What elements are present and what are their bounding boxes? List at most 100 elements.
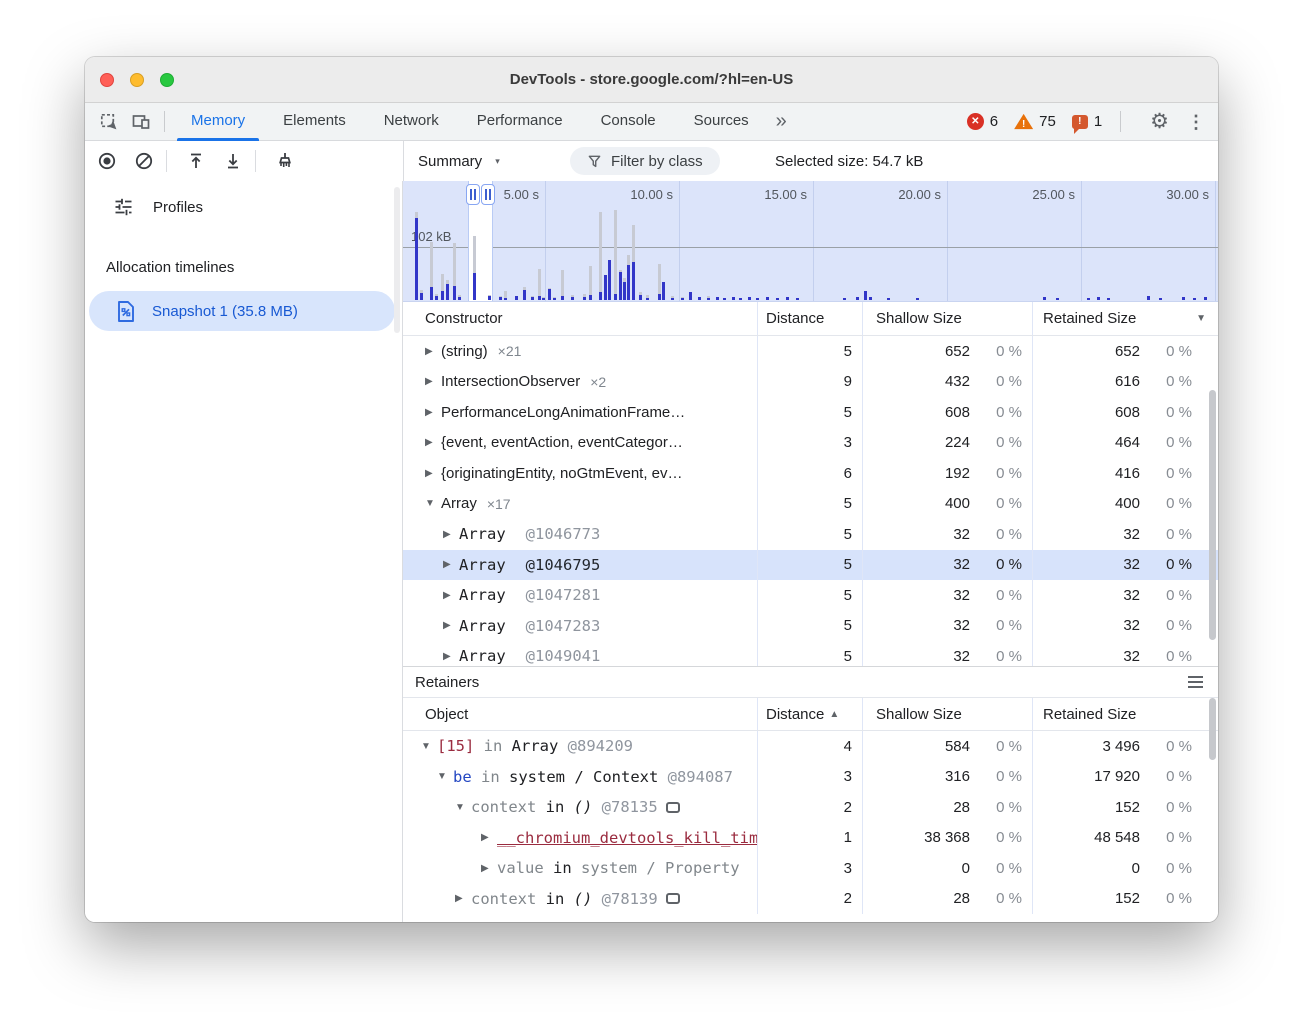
- disclosure-triangle-icon[interactable]: ▶: [481, 863, 497, 874]
- disclosure-triangle-icon[interactable]: ▶: [443, 529, 459, 540]
- main-menu-button[interactable]: ⋮: [1187, 113, 1205, 131]
- retained-size-percent: 0 %: [1140, 768, 1192, 785]
- disclosure-triangle-icon[interactable]: ▶: [443, 651, 459, 662]
- allocation-bar-live: [499, 297, 502, 300]
- allocation-bar-live: [608, 260, 611, 300]
- disclosure-triangle-icon[interactable]: ▶: [455, 893, 471, 904]
- more-tabs-button[interactable]: »: [768, 110, 795, 133]
- inspect-icon: [99, 112, 119, 132]
- disclosure-triangle-icon[interactable]: ▼: [455, 802, 471, 813]
- retainer-row[interactable]: ▶ value in system / Property 3 0 0 % 0 0…: [403, 853, 1218, 884]
- minimize-button[interactable]: [130, 73, 144, 87]
- shallow-size-cell: 32 0 %: [862, 519, 1032, 550]
- disclosure-triangle-icon[interactable]: ▼: [437, 771, 453, 782]
- selection-handle-right[interactable]: [481, 184, 495, 205]
- tab-network[interactable]: Network: [365, 103, 458, 141]
- constructor-row[interactable]: ▶ {originatingEntity, noGtmEvent, ev… 6 …: [403, 458, 1218, 489]
- constructor-row[interactable]: ▼ Array ×17 5 400 0 % 400 0 %: [403, 489, 1218, 520]
- retainer-row[interactable]: ▶ context in () @78139 2 28 0 % 152 0 %: [403, 884, 1218, 915]
- column-retained-size[interactable]: Retained Size: [1032, 698, 1218, 730]
- disclosure-triangle-icon[interactable]: ▶: [425, 437, 441, 448]
- retainer-row[interactable]: ▼ [15] in Array @894209 4 584 0 % 3 496 …: [403, 731, 1218, 762]
- load-profile-button[interactable]: [181, 146, 211, 176]
- retainer-row[interactable]: ▼ be in system / Context @894087 3 316 0…: [403, 762, 1218, 793]
- disclosure-triangle-icon[interactable]: ▼: [421, 741, 437, 752]
- snapshot-item[interactable]: Snapshot 1 (35.8 MB): [89, 291, 395, 331]
- allocation-bar-live: [420, 293, 423, 300]
- column-object[interactable]: Object: [403, 698, 757, 730]
- constructor-row[interactable]: ▶ Array @1049041 5 32 0 % 32 0 %: [403, 641, 1218, 666]
- device-toolbar-button[interactable]: [125, 107, 157, 137]
- issues-badge[interactable]: ! 1: [1072, 113, 1102, 130]
- retained-size-percent: 0 %: [1140, 556, 1192, 573]
- disclosure-triangle-icon[interactable]: ▶: [443, 590, 459, 601]
- distance-value: 4: [757, 731, 862, 762]
- console-warnings-badge[interactable]: ! 75: [1014, 113, 1056, 130]
- tab-elements[interactable]: Elements: [264, 103, 365, 141]
- column-constructor[interactable]: Constructor: [403, 302, 757, 335]
- constructor-row[interactable]: ▶ {event, eventAction, eventCategor… 3 2…: [403, 428, 1218, 459]
- tab-memory[interactable]: Memory: [172, 103, 264, 141]
- constructor-row[interactable]: ▶ Array @1047283 5 32 0 % 32 0 %: [403, 611, 1218, 642]
- sidebar-item-profiles[interactable]: Profiles: [112, 196, 203, 218]
- record-button[interactable]: [92, 146, 122, 176]
- constructor-row[interactable]: ▶ Array @1046795 5 32 0 % 32 0 %: [403, 550, 1218, 581]
- constructor-row[interactable]: ▶ Array @1047281 5 32 0 % 32 0 %: [403, 580, 1218, 611]
- close-button[interactable]: [100, 73, 114, 87]
- tab-sources[interactable]: Sources: [675, 103, 768, 141]
- disclosure-triangle-icon[interactable]: ▶: [425, 346, 441, 357]
- retainer-row[interactable]: ▶ __chromium_devtools_kill_tim 1 38 368 …: [403, 823, 1218, 854]
- disclosure-triangle-icon[interactable]: ▶: [425, 407, 441, 418]
- constructor-row[interactable]: ▶ PerformanceLongAnimationFrame… 5 608 0…: [403, 397, 1218, 428]
- column-shallow-size[interactable]: Shallow Size: [862, 302, 1032, 335]
- constructor-row[interactable]: ▶ Array @1046773 5 32 0 % 32 0 %: [403, 519, 1218, 550]
- perspective-select[interactable]: Summary ▾: [418, 153, 500, 170]
- settings-button[interactable]: ⚙: [1150, 111, 1169, 132]
- instance-count: ×17: [487, 496, 511, 512]
- retained-size-value: 32: [1033, 648, 1140, 665]
- sidebar-scrollbar[interactable]: [394, 187, 400, 333]
- retainer-token: Array: [512, 737, 559, 755]
- save-profile-button[interactable]: [218, 146, 248, 176]
- distance-value: 3: [757, 853, 862, 884]
- disclosure-triangle-icon[interactable]: ▶: [425, 468, 441, 479]
- column-retained-size[interactable]: Retained Size ▼: [1032, 302, 1218, 335]
- retained-size-percent: 0 %: [1140, 526, 1192, 543]
- shallow-size-percent: 0 %: [970, 343, 1022, 360]
- retained-size-cell: 152 0 %: [1032, 884, 1218, 915]
- reveal-icon[interactable]: [666, 893, 680, 904]
- collect-garbage-button[interactable]: [270, 146, 300, 176]
- disclosure-triangle-icon[interactable]: ▶: [443, 559, 459, 570]
- clear-button[interactable]: [129, 146, 159, 176]
- column-shallow-size[interactable]: Shallow Size: [862, 698, 1032, 730]
- shallow-size-cell: 38 368 0 %: [862, 823, 1032, 854]
- disclosure-triangle-icon[interactable]: ▶: [481, 832, 497, 843]
- retainer-token[interactable]: __chromium_devtools_kill_tim: [497, 829, 757, 847]
- class-filter-input[interactable]: Filter by class: [570, 147, 720, 175]
- column-distance[interactable]: Distance ▲: [757, 698, 862, 730]
- console-errors-badge[interactable]: ✕ 6: [967, 113, 998, 130]
- allocation-timeline[interactable]: 102 kB 5.00 s10.00 s15.00 s20.00 s25.00 …: [403, 181, 1218, 302]
- inspect-element-button[interactable]: [93, 107, 125, 137]
- column-distance[interactable]: Distance: [757, 302, 862, 335]
- disclosure-triangle-icon[interactable]: ▼: [425, 498, 441, 509]
- disclosure-triangle-icon[interactable]: ▶: [425, 376, 441, 387]
- retained-size-value: 400: [1033, 495, 1140, 512]
- allocation-bar-live: [435, 296, 438, 300]
- fullscreen-button[interactable]: [160, 73, 174, 87]
- allocation-bar-live: [1056, 298, 1059, 300]
- allocation-bar-live: [1087, 298, 1090, 300]
- tab-console[interactable]: Console: [582, 103, 675, 141]
- shallow-size-value: 28: [863, 890, 970, 907]
- retainers-scrollbar[interactable]: [1209, 698, 1216, 760]
- constructor-row[interactable]: ▶ IntersectionObserver ×2 9 432 0 % 616 …: [403, 367, 1218, 398]
- constructor-scrollbar[interactable]: [1209, 390, 1216, 640]
- disclosure-triangle-icon[interactable]: ▶: [443, 620, 459, 631]
- constructor-row[interactable]: ▶ (string) ×21 5 652 0 % 652 0 %: [403, 336, 1218, 367]
- selection-handle-left[interactable]: [466, 184, 480, 205]
- tab-performance[interactable]: Performance: [458, 103, 582, 141]
- retainers-menu-icon[interactable]: [1188, 676, 1206, 688]
- error-count: 6: [990, 113, 998, 130]
- retainer-row[interactable]: ▼ context in () @78135 2 28 0 % 152 0 %: [403, 792, 1218, 823]
- reveal-icon[interactable]: [666, 802, 680, 813]
